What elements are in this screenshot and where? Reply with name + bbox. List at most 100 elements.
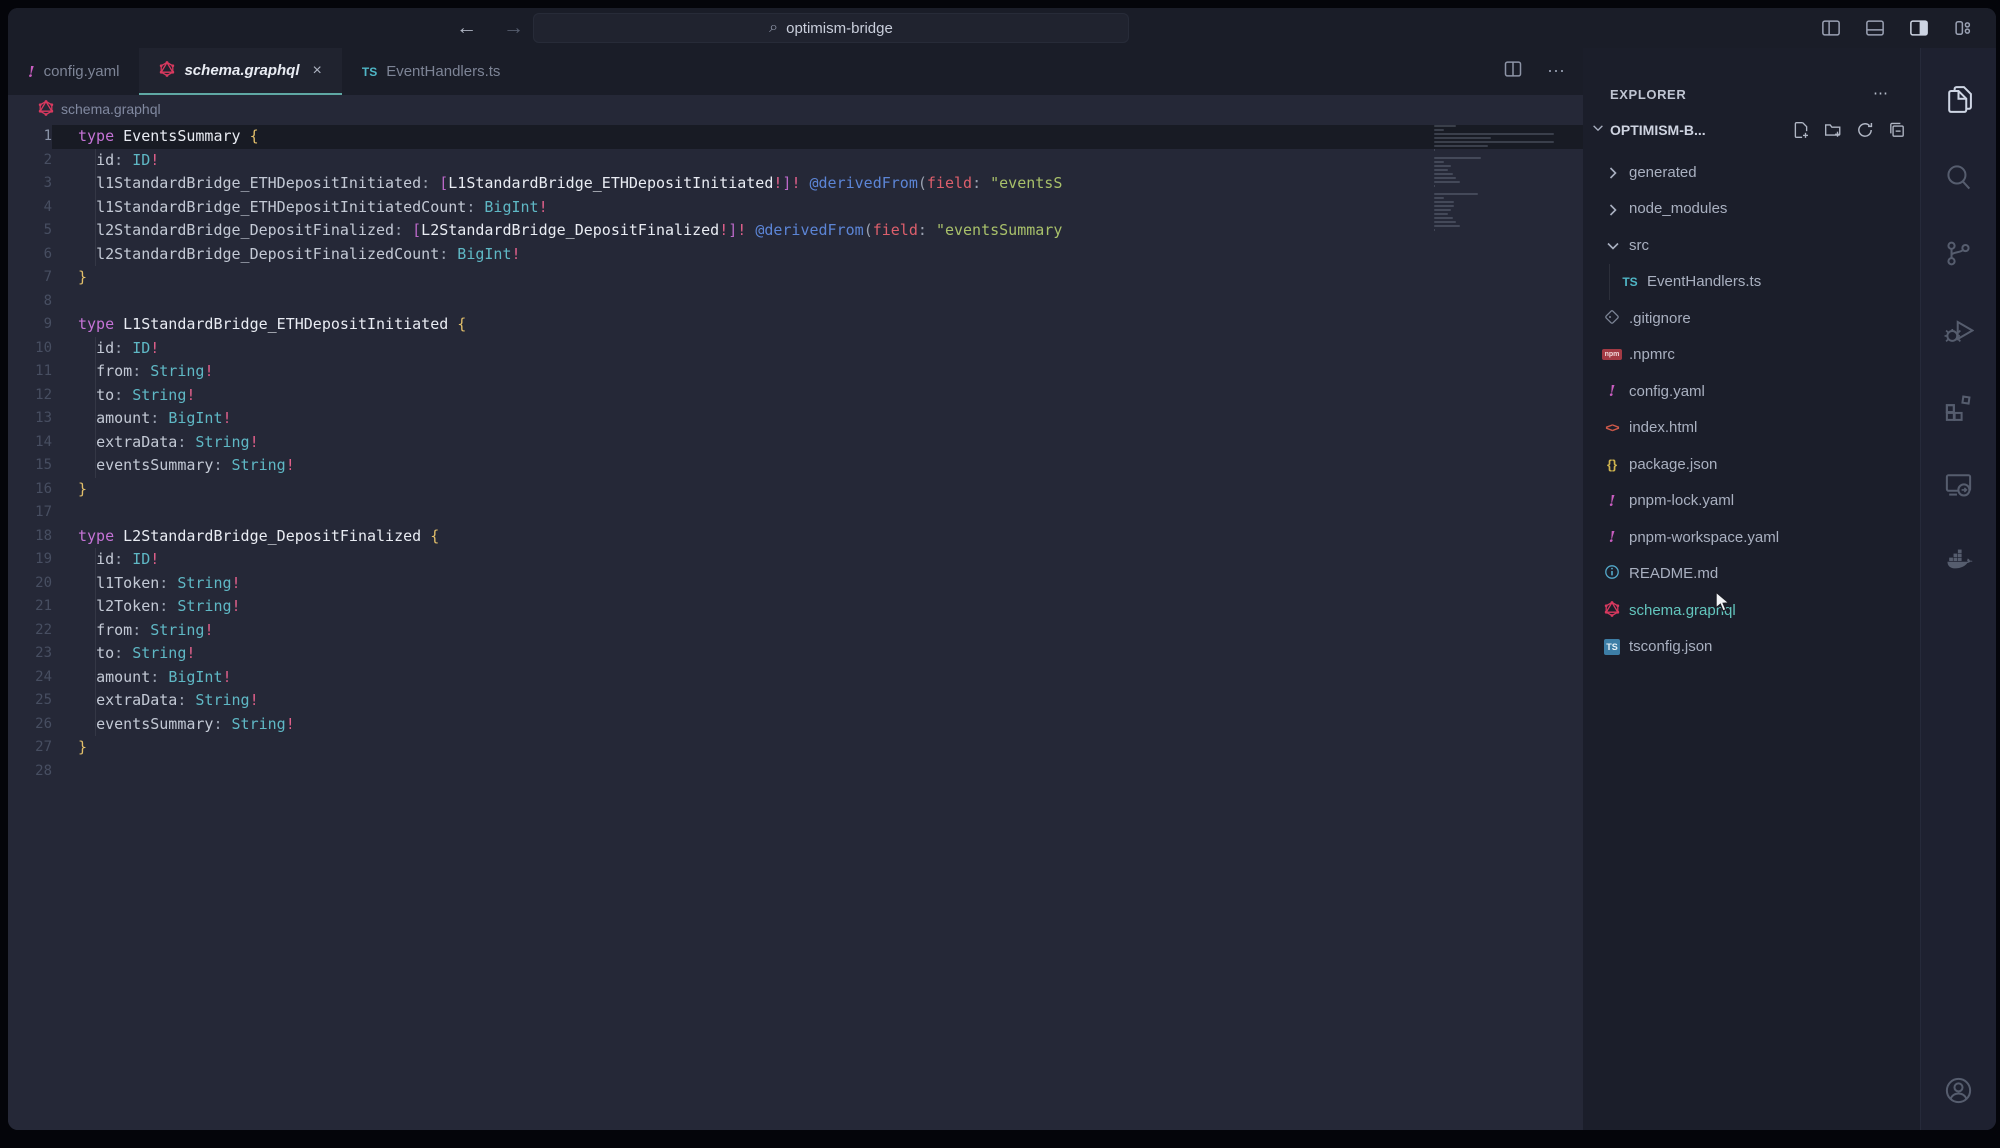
file-name: EventHandlers.ts [1647,273,1761,290]
code-line[interactable]: 16} [8,478,1583,502]
code-line[interactable]: 14 extraData: String! [8,431,1583,455]
code-line[interactable]: 26 eventsSummary: String! [8,713,1583,737]
file-name: schema.graphql [1629,602,1736,619]
source-control-icon[interactable] [1943,238,1974,269]
run-debug-icon[interactable] [1943,315,1974,346]
code-line[interactable]: 12 to: String! [8,384,1583,408]
explorer-more-icon[interactable]: ⋯ [1873,84,1890,102]
close-tab-icon[interactable]: × [313,62,322,80]
graphql-icon [38,103,54,119]
file-name: index.html [1629,419,1697,436]
code-line[interactable]: 1type EventsSummary { [8,125,1583,149]
workspace-section-header[interactable]: OPTIMISM-B... [1583,110,1920,150]
code-line[interactable]: 24 amount: BigInt! [8,666,1583,690]
file-tree-item-eventhandlers-ts[interactable]: TSEventHandlers.ts [1583,264,1920,301]
line-number: 20 [8,572,52,596]
command-search-input[interactable]: ⌕ optimism-bridge [533,13,1129,43]
new-file-icon[interactable] [1792,121,1810,139]
code-line[interactable]: 4 l1StandardBridge_ETHDepositInitiatedCo… [8,196,1583,220]
breadcrumb[interactable]: schema.graphql [8,95,1583,123]
new-folder-icon[interactable] [1824,121,1842,139]
yaml-icon: ! [28,63,35,81]
code-line[interactable]: 9type L1StandardBridge_ETHDepositInitiat… [8,313,1583,337]
line-number: 18 [8,525,52,549]
code-line[interactable]: 21 l2Token: String! [8,595,1583,619]
toggle-panel-left-icon[interactable] [1820,17,1842,39]
line-number: 17 [8,501,52,525]
code-line[interactable]: 20 l1Token: String! [8,572,1583,596]
line-number: 13 [8,407,52,431]
code-line[interactable]: 17 [8,501,1583,525]
back-icon[interactable]: ← [456,16,477,40]
customize-layout-icon[interactable] [1952,17,1974,39]
line-number: 6 [8,243,52,267]
code-line[interactable]: 25 extraData: String! [8,689,1583,713]
file-tree-item-tsconfig-json[interactable]: TStsconfig.json [1583,629,1920,666]
code-line[interactable]: 23 to: String! [8,642,1583,666]
minimap-line [1434,161,1444,163]
code-editor[interactable]: 1type EventsSummary {2 id: ID!3 l1Standa… [8,123,1583,1130]
code-line[interactable]: 15 eventsSummary: String! [8,454,1583,478]
code-line[interactable]: 7} [8,266,1583,290]
code-line[interactable]: 2 id: ID! [8,149,1583,173]
file-tree-item-package-json[interactable]: {}package.json [1583,446,1920,483]
code-line[interactable]: 10 id: ID! [8,337,1583,361]
docker-icon[interactable] [1943,546,1974,577]
refresh-icon[interactable] [1856,121,1874,139]
file-name: .npmrc [1629,346,1675,363]
extensions-icon[interactable] [1943,392,1974,423]
tab-config-yaml[interactable]: ! config.yaml [8,48,139,95]
code-line[interactable]: 5 l2StandardBridge_DepositFinalized: [L2… [8,219,1583,243]
code-line[interactable]: 19 id: ID! [8,548,1583,572]
collapse-all-icon[interactable] [1888,121,1906,139]
yaml-icon: ! [1609,382,1616,400]
editor-more-actions-icon[interactable]: ⋯ [1547,61,1565,82]
json-braces-icon: {} [1607,457,1617,472]
search-icon[interactable] [1943,161,1974,192]
file-tree-item-index-html[interactable]: <>index.html [1583,410,1920,447]
code-line[interactable]: 6 l2StandardBridge_DepositFinalizedCount… [8,243,1583,267]
code-line[interactable]: 13 amount: BigInt! [8,407,1583,431]
toggle-panel-right-icon[interactable] [1908,17,1930,39]
file-name: config.yaml [1629,383,1705,400]
file-tree-item-src[interactable]: src [1583,227,1920,264]
file-tree-item-config-yaml[interactable]: ! config.yaml [1583,373,1920,410]
tab-eventhandlers-ts[interactable]: TS EventHandlers.ts [342,48,521,95]
tab-schema-graphql[interactable]: schema.graphql × [139,48,341,95]
file-tree-item-readme-md[interactable]: README.md [1583,556,1920,593]
file-tree-item-pnpm-workspace-yaml[interactable]: !pnpm-workspace.yaml [1583,519,1920,556]
toggle-panel-bottom-icon[interactable] [1864,17,1886,39]
account-icon[interactable] [1943,1075,1974,1106]
layout-controls [1820,8,1974,48]
minimap-line [1434,169,1448,171]
explorer-icon[interactable] [1943,84,1974,115]
code-line[interactable]: 27} [8,736,1583,760]
line-number: 11 [8,360,52,384]
file-tree: generatednode_modulessrc TSEventHandlers.… [1583,150,1920,665]
file-tree-item--npmrc[interactable]: npm.npmrc [1583,337,1920,374]
code-line[interactable]: 3 l1StandardBridge_ETHDepositInitiated: … [8,172,1583,196]
gitignore-icon [1604,309,1620,328]
line-number: 19 [8,548,52,572]
search-value: optimism-bridge [786,20,893,37]
code-line[interactable]: 11 from: String! [8,360,1583,384]
minimap-line [1434,137,1491,139]
forward-icon[interactable]: → [503,16,524,40]
line-number: 27 [8,736,52,760]
graphql-icon [1604,601,1620,620]
file-tree-item-node-modules[interactable]: node_modules [1583,191,1920,228]
minimap[interactable] [1432,125,1560,243]
code-line[interactable]: 28 [8,760,1583,784]
line-number: 22 [8,619,52,643]
code-line[interactable]: 22 from: String! [8,619,1583,643]
file-tree-item-schema-graphql[interactable]: schema.graphql [1583,592,1920,629]
file-name: src [1629,237,1649,254]
file-tree-item--gitignore[interactable]: .gitignore [1583,300,1920,337]
remote-explorer-icon[interactable] [1943,469,1974,500]
split-editor-icon[interactable] [1503,59,1523,84]
code-line[interactable]: 18type L2StandardBridge_DepositFinalized… [8,525,1583,549]
vscode-window: ← → ⌕ optimism-bridge [8,8,1996,1130]
file-tree-item-pnpm-lock-yaml[interactable]: !pnpm-lock.yaml [1583,483,1920,520]
code-line[interactable]: 8 [8,290,1583,314]
file-tree-item-generated[interactable]: generated [1583,154,1920,191]
